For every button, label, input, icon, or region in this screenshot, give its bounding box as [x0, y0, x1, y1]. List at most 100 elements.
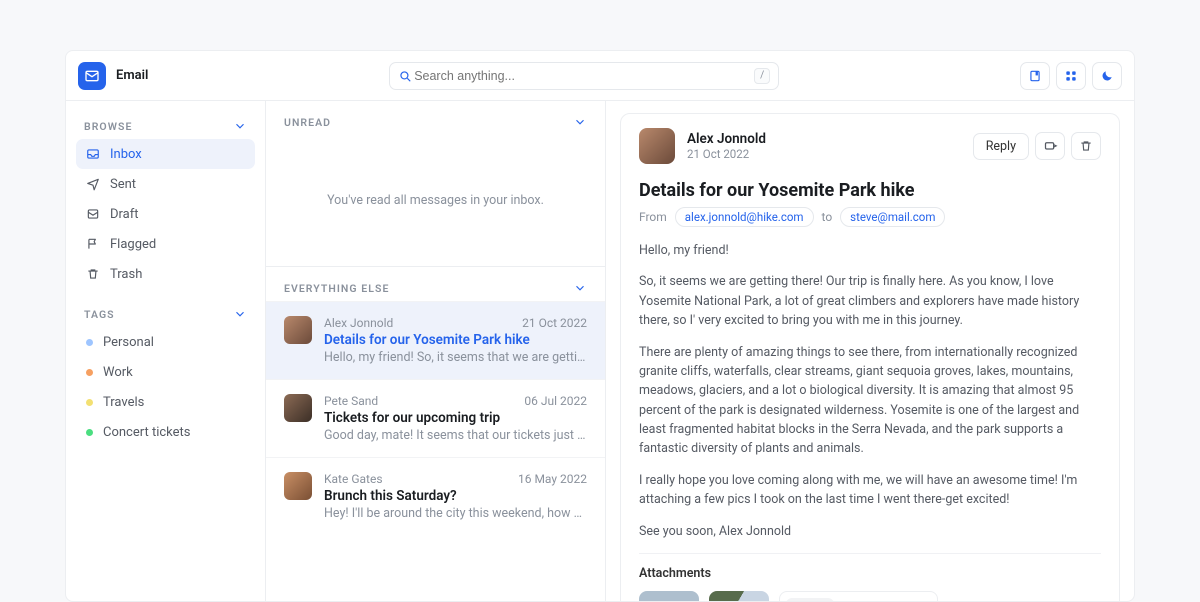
dark-mode-button[interactable]	[1092, 62, 1122, 90]
attachments-row: videos-hike.zip 100 MB	[639, 591, 1101, 601]
sidebar-item-label: Flagged	[110, 237, 156, 252]
message-subject: Brunch this Saturday?	[324, 488, 587, 504]
body-paragraph: Hello, my friend!	[639, 241, 1101, 260]
reader-title: Details for our Yosemite Park hike	[639, 180, 1101, 201]
email-app: Email / Browse	[65, 50, 1135, 602]
from-address-chip[interactable]: alex.jonnold@hike.com	[675, 207, 814, 227]
delete-button[interactable]	[1071, 132, 1101, 160]
message-subject: Tickets for our upcoming trip	[324, 410, 587, 426]
tag-personal[interactable]: Personal	[76, 327, 255, 357]
message-preview: Hello, my friend! So, it seems that we a…	[324, 350, 587, 365]
tag-label: Concert tickets	[103, 425, 191, 440]
message-preview: Hey! I'll be around the city this weeken…	[324, 506, 587, 521]
sidebar-item-trash[interactable]: Trash	[76, 259, 255, 289]
message-item[interactable]: Alex Jonnold 21 Oct 2022 Details for our…	[266, 301, 605, 379]
to-address-chip[interactable]: steve@mail.com	[840, 207, 945, 227]
tag-dot-icon	[86, 429, 93, 436]
sidebar-heading-tags[interactable]: Tags	[76, 299, 255, 327]
forward-button[interactable]	[1035, 132, 1065, 160]
list-heading-unread[interactable]: Unread	[266, 101, 605, 135]
list-heading-rest[interactable]: Everything else	[266, 266, 605, 301]
attachment-image[interactable]	[709, 591, 769, 601]
list-heading-label: Everything else	[284, 282, 389, 295]
chevron-down-icon	[573, 115, 587, 129]
sidebar-item-inbox[interactable]: Inbox	[76, 139, 255, 169]
grid-icon	[1064, 69, 1078, 83]
divider	[639, 553, 1101, 554]
book-button[interactable]	[1020, 62, 1050, 90]
tag-dot-icon	[86, 339, 93, 346]
trash-icon	[86, 267, 100, 281]
reply-button[interactable]: Reply	[973, 133, 1029, 160]
tag-dot-icon	[86, 399, 93, 406]
to-label: to	[822, 210, 833, 224]
from-label: From	[639, 210, 667, 224]
message-date: 06 Jul 2022	[524, 394, 587, 408]
sidebar-heading-label: Tags	[84, 308, 115, 321]
sidebar-heading-browse[interactable]: Browse	[76, 111, 255, 139]
trash-icon	[1079, 139, 1093, 153]
tag-label: Work	[103, 365, 133, 380]
tag-travels[interactable]: Travels	[76, 387, 255, 417]
sidebar-item-label: Sent	[110, 177, 136, 192]
attachment-image[interactable]	[639, 591, 699, 601]
search-input-wrap[interactable]: /	[389, 62, 779, 90]
app-title: Email	[116, 68, 148, 83]
sidebar-heading-label: Browse	[84, 120, 132, 133]
reader-body: Hello, my friend! So, it seems we are ge…	[639, 241, 1101, 541]
list-heading-label: Unread	[284, 116, 331, 129]
message-date: 21 Oct 2022	[522, 316, 587, 330]
folder-icon-box	[786, 598, 834, 601]
tag-concert[interactable]: Concert tickets	[76, 417, 255, 447]
sidebar-item-label: Inbox	[110, 147, 142, 162]
send-icon	[86, 177, 100, 191]
reader-card: Alex Jonnold 21 Oct 2022 Reply Details f…	[620, 113, 1120, 601]
search-input[interactable]	[412, 68, 754, 84]
topbar: Email /	[66, 51, 1134, 101]
app-logo	[78, 62, 106, 90]
moon-icon	[1100, 69, 1114, 83]
message-list: Unread You've read all messages in your …	[266, 101, 606, 601]
book-icon	[1028, 69, 1042, 83]
tag-label: Personal	[103, 335, 154, 350]
grid-button[interactable]	[1056, 62, 1086, 90]
inbox-icon	[86, 147, 100, 161]
chevron-down-icon	[573, 281, 587, 295]
unread-empty-state: You've read all messages in your inbox.	[266, 135, 605, 266]
draft-icon	[86, 207, 100, 221]
sidebar-item-label: Trash	[110, 267, 142, 282]
attachment-file[interactable]: videos-hike.zip 100 MB	[779, 591, 938, 601]
tag-work[interactable]: Work	[76, 357, 255, 387]
message-subject: Details for our Yosemite Park hike	[324, 332, 587, 348]
avatar	[284, 472, 312, 500]
message-sender: Kate Gates	[324, 472, 383, 486]
body-paragraph: I really hope you love coming along with…	[639, 471, 1101, 510]
message-preview: Good day, mate! It seems that our ticket…	[324, 428, 587, 443]
avatar	[284, 316, 312, 344]
message-item[interactable]: Kate Gates 16 May 2022 Brunch this Satur…	[266, 457, 605, 535]
reader-pane: Alex Jonnold 21 Oct 2022 Reply Details f…	[606, 101, 1134, 601]
sidebar-item-label: Draft	[110, 207, 139, 222]
message-item[interactable]: Pete Sand 06 Jul 2022 Tickets for our up…	[266, 379, 605, 457]
sidebar-item-draft[interactable]: Draft	[76, 199, 255, 229]
sidebar-item-sent[interactable]: Sent	[76, 169, 255, 199]
attachments-heading: Attachments	[639, 566, 1101, 581]
avatar	[284, 394, 312, 422]
address-row: From alex.jonnold@hike.com to steve@mail…	[639, 207, 1101, 227]
chevron-down-icon	[233, 119, 247, 133]
body-paragraph: See you soon, Alex Jonnold	[639, 522, 1101, 541]
message-sender: Pete Sand	[324, 394, 378, 408]
topbar-actions	[1020, 62, 1122, 90]
sidebar-item-flagged[interactable]: Flagged	[76, 229, 255, 259]
message-date: 16 May 2022	[518, 472, 587, 486]
search-hotkey-hint: /	[754, 68, 770, 84]
search-icon	[398, 69, 412, 83]
body-paragraph: There are plenty of amazing things to se…	[639, 343, 1101, 459]
sidebar: Browse Inbox Sent Draft Flagged Tra	[66, 101, 266, 601]
message-sender: Alex Jonnold	[324, 316, 393, 330]
flag-icon	[86, 237, 100, 251]
chevron-down-icon	[233, 307, 247, 321]
body-paragraph: So, it seems we are getting there! Our t…	[639, 272, 1101, 330]
forward-icon	[1043, 139, 1058, 154]
avatar	[639, 128, 675, 164]
